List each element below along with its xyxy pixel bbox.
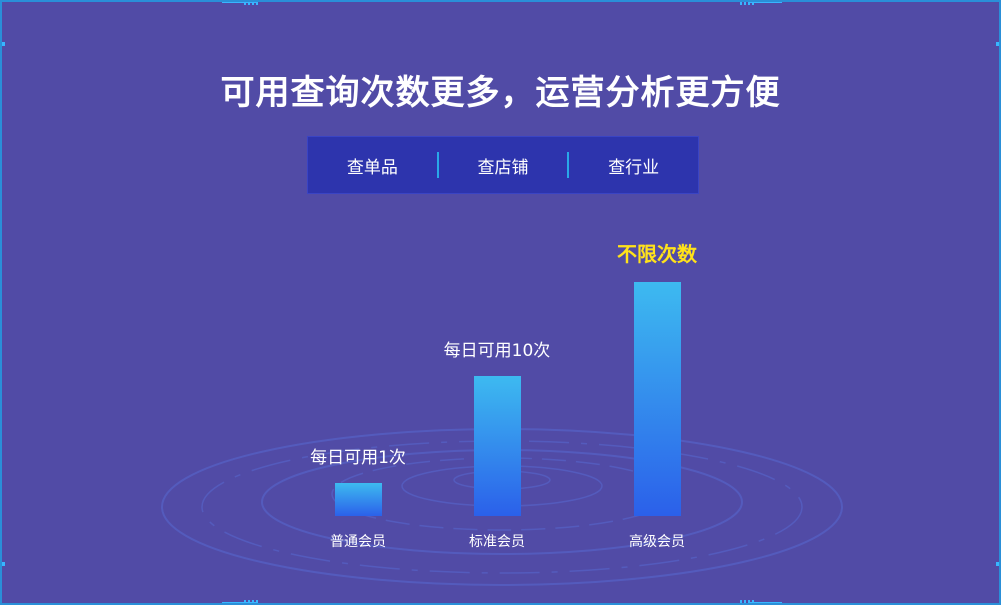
tab-shop[interactable]: 查店铺 <box>439 153 568 178</box>
category-label-1: 标准会员 <box>469 534 525 550</box>
page-title: 可用查询次数更多，运营分析更方便 <box>220 73 781 113</box>
bar-data-label-0: 每日可用1次 <box>310 448 406 468</box>
promo-panel: 可用查询次数更多，运营分析更方便 查单品 查店铺 查行业 每日可用1次普通会员 每… <box>0 0 1001 605</box>
bar-2 <box>633 282 681 516</box>
bar-0 <box>334 483 382 516</box>
frame-ticks-bottom-left <box>244 600 258 603</box>
frame-dot-left-top <box>2 42 5 46</box>
tab-single-item[interactable]: 查单品 <box>308 153 437 178</box>
frame-ticks-top-left <box>244 2 258 5</box>
tab-industry[interactable]: 查行业 <box>569 153 698 178</box>
bar-data-label-2: 不限次数 <box>617 242 697 266</box>
frame-dot-left-bottom <box>2 562 5 566</box>
frame-ticks-top-right <box>740 2 754 5</box>
frame-ticks-bottom-right <box>740 600 754 603</box>
feature-tabs: 查单品 查店铺 查行业 <box>307 136 699 194</box>
frame-dot-right-top <box>996 42 999 46</box>
bar-data-label-1: 每日可用10次 <box>443 341 551 361</box>
category-label-0: 普通会员 <box>330 534 386 550</box>
bar-1 <box>473 376 521 516</box>
category-label-2: 高级会员 <box>629 534 685 550</box>
frame-dot-right-bottom <box>996 562 999 566</box>
